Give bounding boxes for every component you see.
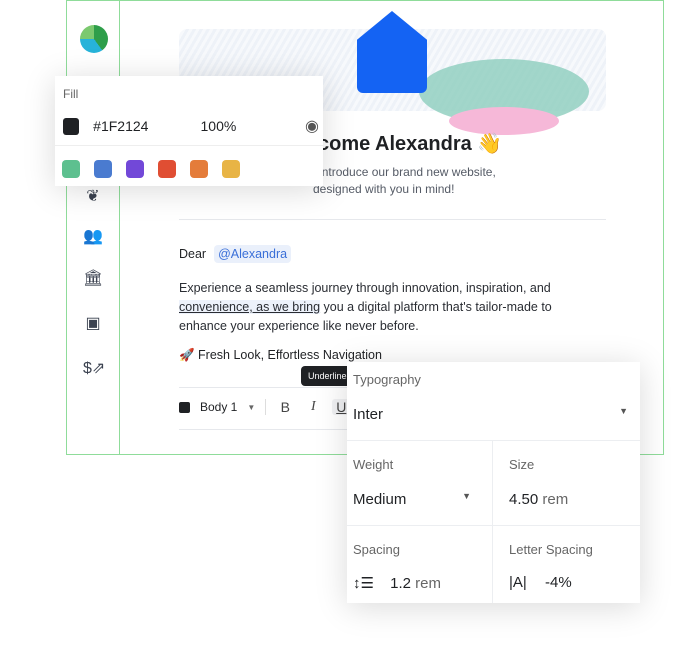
color-swatch[interactable] [94, 160, 112, 178]
weight-label: Weight [353, 457, 394, 472]
para-text: Experience a seamless journey through in… [179, 281, 551, 295]
color-swatch[interactable] [190, 160, 208, 178]
weight-value: Medium [353, 491, 407, 508]
color-swatch[interactable] [62, 160, 80, 178]
opacity-input[interactable]: 100% [201, 118, 306, 134]
bold-button[interactable]: B [276, 399, 294, 415]
format-toolbar: Body 1 ▼ B I U [179, 399, 351, 415]
color-swatch[interactable] [222, 160, 240, 178]
size-label: Size [509, 457, 535, 472]
invoice-icon[interactable]: $⇗ [83, 359, 105, 379]
divider [179, 219, 606, 220]
mention-chip[interactable]: @Alexandra [214, 245, 292, 263]
letter-spacing-label: Letter Spacing [509, 542, 593, 557]
letter-spacing-value: -4% [544, 574, 572, 591]
style-dropdown[interactable]: Body 1 [200, 400, 237, 414]
font-value: Inter [353, 406, 384, 423]
color-swatch[interactable] [158, 160, 176, 178]
envelope-illustration [357, 11, 427, 93]
color-swatch[interactable] [126, 160, 144, 178]
spacing-input[interactable]: ↕☰ 1.2 rem [353, 574, 441, 592]
spacing-label: Spacing [353, 542, 400, 557]
lotus-icon[interactable]: ❦ [83, 187, 103, 207]
spacing-value: 1.2 [390, 575, 411, 592]
body-paragraph[interactable]: Experience a seamless journey through in… [179, 279, 599, 336]
caret-down-icon: ▼ [247, 402, 256, 412]
line-spacing-icon: ↕☰ [353, 575, 374, 592]
sidebar: ❦ 👥 🏛 ▣ $⇗ [67, 1, 120, 454]
italic-button[interactable]: I [304, 399, 322, 415]
caret-down-icon: ▼ [619, 406, 628, 416]
users-icon[interactable]: 👥 [83, 227, 103, 247]
font-dropdown[interactable]: Inter ▼ [353, 406, 628, 423]
text-color-swatch[interactable] [179, 401, 190, 413]
fill-label: Fill [63, 87, 79, 101]
eye-icon[interactable]: ◉ [305, 116, 319, 136]
divider [265, 399, 267, 415]
letter-spacing-icon: |A| [509, 574, 527, 591]
storefront-icon[interactable]: ▣ [83, 314, 103, 334]
feature-line: 🚀 Fresh Look, Effortless Navigation [179, 348, 382, 362]
size-input[interactable]: 4.50 rem [509, 491, 568, 508]
subtitle-line: designed with you in mind! [313, 182, 455, 196]
fill-popover: Fill #1F2124 100% ◉ [55, 76, 323, 186]
subtitle-line: ed to introduce our brand new website, [289, 165, 496, 179]
typography-label: Typography [353, 372, 421, 387]
divider [347, 440, 640, 441]
typography-popover: Typography Inter ▼ Weight Medium ▼ Size … [347, 362, 640, 603]
greeting-text: Dear [179, 247, 207, 261]
caret-down-icon: ▼ [462, 491, 471, 501]
greeting: Dear @Alexandra [179, 245, 292, 263]
hex-input[interactable]: #1F2124 [93, 118, 200, 134]
divider [492, 440, 493, 603]
divider [55, 145, 323, 146]
size-unit: rem [542, 491, 569, 508]
weight-dropdown[interactable]: Medium ▼ [353, 491, 471, 508]
letter-spacing-input[interactable]: |A| -4% [509, 574, 572, 591]
selected-text[interactable]: convenience, as we bring [179, 300, 321, 314]
fill-color-chip[interactable] [63, 117, 80, 135]
size-value: 4.50 [509, 491, 539, 508]
spacing-unit: rem [415, 575, 441, 592]
logo [80, 25, 108, 53]
swatch-list [62, 160, 240, 178]
divider [347, 525, 640, 526]
bank-icon[interactable]: 🏛 [83, 269, 103, 289]
